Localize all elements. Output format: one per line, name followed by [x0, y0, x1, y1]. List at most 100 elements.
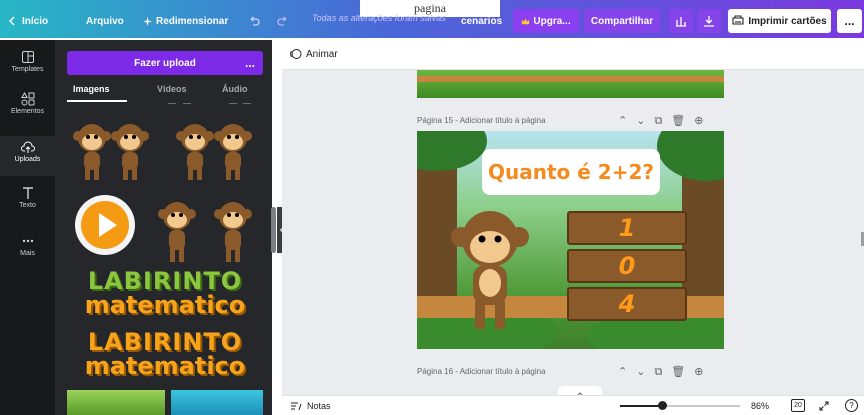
- answer-plank-2[interactable]: 0: [567, 249, 687, 283]
- home-label: Início: [22, 15, 49, 27]
- rail-elements[interactable]: Elementos: [0, 88, 55, 128]
- tab-indicator: [243, 103, 251, 104]
- animate-button[interactable]: Animar: [290, 48, 338, 60]
- zoom-slider-fill: [620, 405, 662, 407]
- page-16-title[interactable]: Página 16 - Adicionar título à página: [417, 367, 546, 376]
- monkey-pair-image[interactable]: [149, 190, 263, 268]
- add-page-icon[interactable]: ⊕: [694, 115, 712, 127]
- upload-button[interactable]: Fazer upload ...: [67, 51, 263, 75]
- answer-2: 0: [618, 252, 636, 280]
- trash-icon[interactable]: 🗑: [671, 366, 694, 378]
- print-label: Imprimir cartões: [748, 15, 827, 27]
- media-tabs: Imagens Vídeos Áudio: [67, 84, 267, 102]
- tab-indicator: [168, 103, 176, 104]
- upload-more-button[interactable]: ...: [245, 56, 255, 70]
- monkey-figure: [214, 202, 252, 262]
- more-dots: ...: [844, 14, 855, 28]
- page-14-slide[interactable]: [417, 70, 724, 98]
- wordart-line-2: matematico: [84, 291, 246, 319]
- answer-3: 4: [618, 290, 636, 318]
- page-grid-button[interactable]: 20: [791, 399, 805, 412]
- insights-button[interactable]: [669, 9, 693, 33]
- tab-audio[interactable]: Áudio: [222, 84, 248, 94]
- more-dots-icon: [22, 239, 33, 243]
- question-text: Quanto é 2+2?: [488, 160, 654, 184]
- monkey-pair-image[interactable]: [68, 112, 160, 184]
- chevron-down-icon[interactable]: ⌄: [636, 115, 654, 127]
- rail-text[interactable]: Texto: [0, 182, 55, 222]
- wordart-image[interactable]: LABIRINTO matematico: [67, 269, 263, 317]
- monkey-pair-image[interactable]: [171, 112, 263, 184]
- page-15-actions: ⌃⌄⧉🗑⊕: [618, 114, 712, 128]
- page-15-slide[interactable]: Quanto é 2+2? 1 0 4: [417, 131, 724, 349]
- upload-cloud-icon: [20, 141, 35, 153]
- side-rail: Templates Elementos Uploads Texto Mais: [0, 40, 55, 415]
- chevron-up-icon[interactable]: ⌃: [618, 366, 636, 378]
- fullscreen-icon[interactable]: [819, 401, 829, 411]
- answer-plank-1[interactable]: 1: [567, 211, 687, 245]
- chevron-down-icon[interactable]: ⌄: [636, 366, 654, 378]
- resize-button[interactable]: Redimensionar: [143, 10, 228, 32]
- home-button[interactable]: Início: [8, 10, 48, 32]
- rail-uploads[interactable]: Uploads: [0, 136, 55, 176]
- print-cards-button[interactable]: Imprimir cartões: [728, 9, 831, 33]
- answer-plank-3[interactable]: 4: [567, 287, 687, 321]
- download-icon: [704, 16, 714, 27]
- page-count: 20: [794, 402, 802, 409]
- tab-indicator: [229, 103, 237, 104]
- panel-scrollbar[interactable]: [271, 207, 276, 253]
- notes-label: Notas: [307, 401, 331, 411]
- upload-label: Fazer upload: [134, 57, 196, 69]
- more-button[interactable]: ...: [837, 9, 862, 33]
- print-icon: [732, 15, 744, 25]
- rail-more-label: Mais: [20, 250, 35, 257]
- help-label: ?: [849, 401, 854, 410]
- elements-icon: [20, 92, 34, 106]
- page-15-title[interactable]: Página 15 - Adicionar título à página: [417, 116, 546, 125]
- copy-icon[interactable]: ⧉: [654, 366, 671, 378]
- redo-icon: [277, 16, 287, 26]
- wordart-line-2: matematico: [84, 352, 246, 380]
- trash-icon[interactable]: 🗑: [671, 115, 694, 127]
- monkey-figure: [111, 124, 149, 180]
- copy-icon[interactable]: ⧉: [654, 115, 671, 127]
- add-page-icon[interactable]: ⊕: [694, 366, 712, 378]
- bar-chart-icon: [676, 17, 686, 27]
- question-box[interactable]: Quanto é 2+2?: [482, 149, 660, 195]
- share-label: Compartilhar: [590, 15, 654, 27]
- rail-templates[interactable]: Templates: [0, 46, 55, 86]
- templates-icon: [21, 51, 34, 63]
- download-button[interactable]: [697, 9, 721, 33]
- chevron-up-icon[interactable]: ⌃: [618, 115, 636, 127]
- image-thumbnail[interactable]: [171, 390, 263, 415]
- monkey-figure[interactable]: [445, 203, 535, 333]
- play-button-image[interactable]: [73, 193, 137, 257]
- monkey-figure: [73, 124, 111, 180]
- canva-editor: pagina Início Arquivo Redimensionar Toda…: [0, 0, 864, 415]
- monkey-figure: [176, 124, 214, 180]
- undo-button[interactable]: [248, 10, 264, 32]
- tab-active-underline: [67, 100, 127, 102]
- upgrade-button[interactable]: Upgra...: [513, 9, 579, 33]
- answer-1: 1: [618, 214, 636, 242]
- zoom-level[interactable]: 86%: [751, 401, 769, 411]
- footer-bar: Notas 86% 20 ?: [282, 395, 864, 415]
- notes-button[interactable]: Notas: [290, 401, 331, 411]
- image-thumbnail[interactable]: [67, 390, 165, 415]
- file-label: Arquivo: [86, 15, 124, 27]
- help-button[interactable]: ?: [845, 399, 858, 412]
- design-name[interactable]: cenarios: [461, 10, 502, 32]
- wordart-image[interactable]: LABIRINTO matematico: [67, 330, 263, 378]
- tab-images[interactable]: Imagens: [73, 84, 110, 94]
- zoom-slider-knob[interactable]: [658, 401, 667, 410]
- tab-videos[interactable]: Vídeos: [157, 84, 187, 94]
- rail-more[interactable]: Mais: [0, 230, 55, 270]
- chevron-left-icon: [8, 16, 15, 26]
- file-menu[interactable]: Arquivo: [86, 10, 124, 32]
- monkey-figure: [158, 202, 196, 262]
- redo-button[interactable]: [277, 10, 293, 32]
- share-button[interactable]: Compartilhar: [584, 9, 660, 33]
- zoom-slider[interactable]: [620, 401, 740, 410]
- wordart-line-1: LABIRINTO: [87, 267, 243, 295]
- sparkle-icon: [143, 16, 152, 26]
